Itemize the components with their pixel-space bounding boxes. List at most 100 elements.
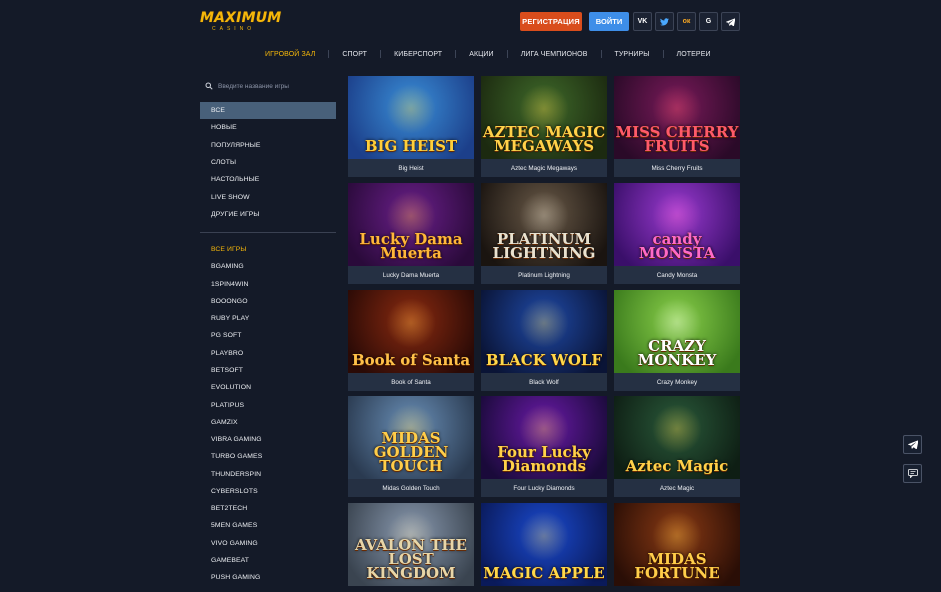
category-live-show[interactable]: LIVE SHOW — [200, 189, 336, 206]
game-tile[interactable]: MISS CHERRY FRUITS Miss Cherry Fruits — [614, 76, 740, 177]
category-slots[interactable]: СЛОТЫ — [200, 154, 336, 171]
provider-item[interactable]: CYBERSLOTS — [200, 483, 336, 500]
game-tile[interactable]: MAGIC APPLE — [481, 503, 607, 592]
game-tile[interactable]: MIDAS GOLDEN TOUCH Midas Golden Touch — [348, 396, 474, 497]
chat-icon — [907, 469, 918, 478]
nav-sport[interactable]: СПОРТ — [342, 51, 367, 58]
nav-promotions[interactable]: АКЦИИ — [469, 51, 494, 58]
game-title[interactable]: Midas Golden Touch — [348, 479, 474, 497]
game-thumbnail[interactable]: candy MONSTA — [614, 183, 740, 266]
search-input[interactable] — [218, 82, 328, 90]
game-tile[interactable]: AZTEC MAGIC MEGAWAYS Aztec Magic Megaways — [481, 76, 607, 177]
vk-button[interactable]: VK — [633, 12, 652, 31]
provider-item[interactable]: BGAMING — [200, 258, 336, 275]
provider-item[interactable]: PG SOFT — [200, 327, 336, 344]
game-artwork-title: AVALON THE LOST KINGDOM — [355, 536, 467, 582]
game-artwork-title: Lucky Dama Muerta — [359, 230, 463, 262]
game-title[interactable]: Lucky Dama Muerta — [348, 266, 474, 284]
game-thumbnail[interactable]: MISS CHERRY FRUITS — [614, 76, 740, 159]
provider-item[interactable]: PLATIPUS — [200, 397, 336, 414]
provider-item[interactable]: GAMZIX — [200, 414, 336, 431]
provider-item[interactable]: BOOONGO — [200, 293, 336, 310]
game-title[interactable]: Miss Cherry Fruits — [614, 159, 740, 177]
provider-item[interactable]: 5MEN GAMES — [200, 517, 336, 534]
game-title[interactable]: Aztec Magic Megaways — [481, 159, 607, 177]
telegram-button[interactable] — [721, 12, 740, 31]
game-thumbnail[interactable]: MIDAS FORTUNE — [614, 503, 740, 586]
provider-item[interactable]: BETSOFT — [200, 362, 336, 379]
provider-item[interactable]: TURBO GAMES — [200, 448, 336, 465]
nav-tournaments[interactable]: ТУРНИРЫ — [615, 51, 650, 58]
game-title[interactable]: Four Lucky Diamonds — [481, 479, 607, 497]
game-thumbnail[interactable]: Four Lucky Diamonds — [481, 396, 607, 479]
game-tile[interactable]: candy MONSTA Candy Monsta — [614, 183, 740, 284]
game-tile[interactable]: CRAZY MONKEY Crazy Monkey — [614, 290, 740, 391]
twitter-button[interactable] — [655, 12, 674, 31]
provider-item[interactable]: VIBRA GAMING — [200, 431, 336, 448]
category-all[interactable]: ВСЕ — [200, 102, 336, 119]
game-tile[interactable]: BIG HEIST Big Heist — [348, 76, 474, 177]
provider-item[interactable]: EVOLUTION — [200, 379, 336, 396]
nav-divider — [662, 50, 664, 58]
game-tile[interactable]: Aztec Magic Aztec Magic — [614, 396, 740, 497]
game-title[interactable]: Crazy Monkey — [614, 373, 740, 391]
category-popular[interactable]: ПОПУЛЯРНЫЕ — [200, 137, 336, 154]
game-thumbnail[interactable]: BIG HEIST — [348, 76, 474, 159]
google-button[interactable]: G — [699, 12, 718, 31]
nav-divider — [328, 50, 330, 58]
game-thumbnail[interactable]: AVALON THE LOST KINGDOM — [348, 503, 474, 586]
game-title[interactable]: Black Wolf — [481, 373, 607, 391]
provider-item[interactable]: THUNDERSPIN — [200, 466, 336, 483]
game-artwork-title: Book of Santa — [351, 351, 471, 369]
game-artwork-title: MIDAS GOLDEN TOUCH — [373, 429, 449, 475]
provider-item[interactable]: PUSH GAMING — [200, 569, 336, 586]
game-tile[interactable]: Four Lucky Diamonds Four Lucky Diamonds — [481, 396, 607, 497]
game-thumbnail[interactable]: BLACK WOLF — [481, 290, 607, 373]
provider-item[interactable]: 1SPIN4WIN — [200, 276, 336, 293]
thumbnail-glow — [386, 84, 436, 134]
odnoklassniki-button[interactable]: ок — [677, 12, 696, 31]
game-thumbnail[interactable]: CRAZY MONKEY — [614, 290, 740, 373]
nav-lotteries[interactable]: ЛОТЕРЕИ — [677, 51, 711, 58]
game-title[interactable]: Book of Santa — [348, 373, 474, 391]
provider-item[interactable]: GAMEBEAT — [200, 552, 336, 569]
game-tile[interactable]: PLATINUM LIGHTNING Platinum Lightning — [481, 183, 607, 284]
register-button[interactable]: РЕГИСТРАЦИЯ — [520, 12, 582, 31]
game-thumbnail[interactable]: Lucky Dama Muerta — [348, 183, 474, 266]
category-other[interactable]: ДРУГИЕ ИГРЫ — [200, 206, 336, 223]
nav-champions-league[interactable]: ЛИГА ЧЕМПИОНОВ — [521, 51, 588, 58]
provider-item[interactable]: VIVO GAMING — [200, 535, 336, 552]
game-title[interactable]: Aztec Magic — [614, 479, 740, 497]
telegram-support-button[interactable] — [903, 435, 922, 454]
game-thumbnail[interactable]: Aztec Magic — [614, 396, 740, 479]
thumbnail-glow — [652, 404, 702, 454]
login-button[interactable]: ВОЙТИ — [589, 12, 629, 31]
game-tile[interactable]: BLACK WOLF Black Wolf — [481, 290, 607, 391]
nav-divider — [600, 50, 602, 58]
game-thumbnail[interactable]: MAGIC APPLE — [481, 503, 607, 586]
provider-item[interactable]: BET2TECH — [200, 500, 336, 517]
game-title[interactable]: Platinum Lightning — [481, 266, 607, 284]
provider-item[interactable]: PLAYBRO — [200, 345, 336, 362]
game-search — [200, 78, 336, 94]
game-thumbnail[interactable]: AZTEC MAGIC MEGAWAYS — [481, 76, 607, 159]
provider-all-games[interactable]: ВСЕ ИГРЫ — [200, 241, 336, 258]
provider-item[interactable]: RUBY PLAY — [200, 310, 336, 327]
nav-esports[interactable]: КИБЕРСПОРТ — [394, 51, 442, 58]
game-tile[interactable]: MIDAS FORTUNE — [614, 503, 740, 592]
game-artwork-title: CRAZY MONKEY — [637, 337, 717, 369]
game-tile[interactable]: Lucky Dama Muerta Lucky Dama Muerta — [348, 183, 474, 284]
chat-button[interactable] — [903, 464, 922, 483]
game-thumbnail[interactable]: MIDAS GOLDEN TOUCH — [348, 396, 474, 479]
category-table[interactable]: НАСТОЛЬНЫЕ — [200, 171, 336, 188]
game-title[interactable]: Big Heist — [348, 159, 474, 177]
nav-game-hall[interactable]: ИГРОВОЙ ЗАЛ — [265, 51, 315, 58]
game-thumbnail[interactable]: PLATINUM LIGHTNING — [481, 183, 607, 266]
game-thumbnail[interactable]: Book of Santa — [348, 290, 474, 373]
game-tile[interactable]: AVALON THE LOST KINGDOM — [348, 503, 474, 592]
category-new[interactable]: НОВЫЕ — [200, 119, 336, 136]
logo-subtitle: CASINO — [212, 26, 256, 32]
game-title[interactable]: Candy Monsta — [614, 266, 740, 284]
game-tile[interactable]: Book of Santa Book of Santa — [348, 290, 474, 391]
brand-logo[interactable]: MAXIMUM CASINO — [200, 10, 282, 36]
